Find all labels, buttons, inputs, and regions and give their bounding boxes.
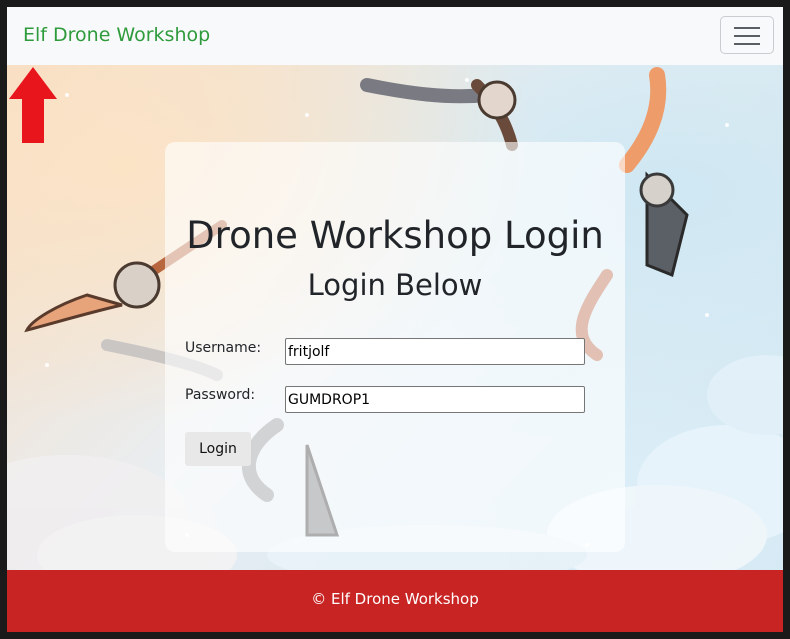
page-subtitle: Login Below <box>307 268 483 302</box>
hero-section: Drone Workshop Login Login Below Usernam… <box>7 65 783 570</box>
brand-link[interactable]: Elf Drone Workshop <box>23 24 210 46</box>
footer: © Elf Drone Workshop <box>7 570 783 632</box>
navbar: Elf Drone Workshop <box>7 7 783 65</box>
hamburger-menu-icon <box>734 27 760 29</box>
login-card: Drone Workshop Login Login Below Usernam… <box>165 142 625 552</box>
page-title: Drone Workshop Login <box>186 214 604 257</box>
password-label: Password: <box>185 387 256 403</box>
username-input[interactable] <box>285 338 585 365</box>
username-label: Username: <box>185 340 262 356</box>
browser-frame: Elf Drone Workshop Drone Workshop Login … <box>0 0 790 639</box>
password-input[interactable] <box>285 386 585 413</box>
red-arrow-up-icon <box>9 67 57 143</box>
menu-toggle-button[interactable] <box>720 16 774 54</box>
footer-copyright: © Elf Drone Workshop <box>311 590 479 608</box>
login-button[interactable]: Login <box>185 432 251 466</box>
